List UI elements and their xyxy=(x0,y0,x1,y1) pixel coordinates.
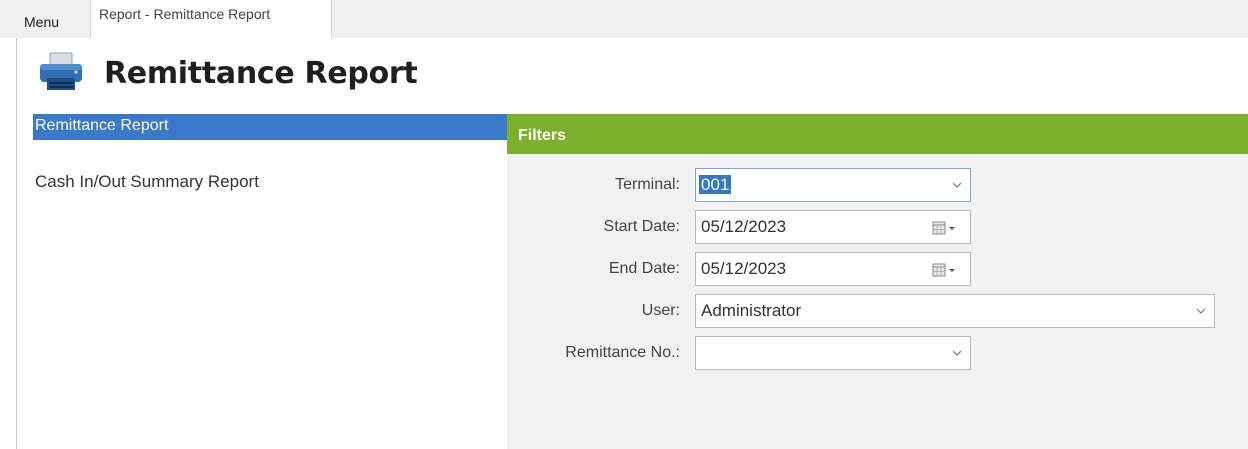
report-list: Remittance Report Cash In/Out Summary Re… xyxy=(33,114,507,449)
terminal-label: Terminal: xyxy=(615,176,680,193)
nav-item-cash-in-out-summary[interactable]: Cash In/Out Summary Report xyxy=(33,172,507,198)
terminal-select[interactable]: 001 xyxy=(695,168,971,202)
end-date-value: 05/12/2023 xyxy=(701,259,787,278)
page-title: Remittance Report xyxy=(104,56,418,91)
tab-strip: Menu Report - Remittance Report xyxy=(0,0,1248,38)
end-date-label: End Date: xyxy=(608,260,680,277)
start-date-field[interactable]: 05/12/2023 xyxy=(695,210,971,244)
content-border xyxy=(16,38,17,449)
nav-item-remittance-report[interactable]: Remittance Report xyxy=(33,114,507,140)
user-select[interactable]: Administrator xyxy=(695,294,1215,328)
end-date-field[interactable]: 05/12/2023 xyxy=(695,252,971,286)
start-date-value: 05/12/2023 xyxy=(701,217,787,236)
user-value: Administrator xyxy=(701,301,802,320)
filters-header: Filters xyxy=(507,114,1248,154)
start-date-label: Start Date: xyxy=(603,218,680,235)
chevron-down-icon[interactable] xyxy=(953,181,961,189)
remittance-no-select[interactable] xyxy=(695,336,971,370)
user-label: User: xyxy=(641,302,680,319)
calendar-icon[interactable] xyxy=(932,221,958,235)
tab-remittance-report[interactable]: Report - Remittance Report xyxy=(90,0,332,38)
terminal-value: 001 xyxy=(699,175,732,194)
tab-menu[interactable]: Menu xyxy=(16,10,90,38)
chevron-down-icon[interactable] xyxy=(953,349,961,357)
remittance-no-label: Remittance No.: xyxy=(565,344,680,361)
chevron-down-icon[interactable] xyxy=(1197,307,1205,315)
printer-icon xyxy=(40,52,82,90)
calendar-icon[interactable] xyxy=(932,263,958,277)
